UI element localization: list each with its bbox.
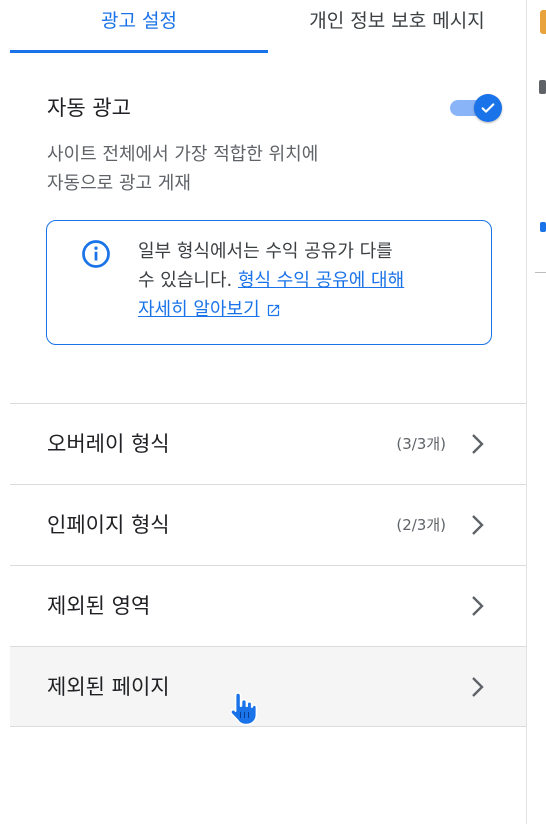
active-tab-indicator [10,50,268,53]
ad-settings-panel: 광고 설정 개인 정보 보호 메시지 자동 광고 사이트 전체에서 가장 적합한… [10,0,527,824]
info-text-line: 일부 형식에서는 수익 공유가 다를 [138,241,393,262]
toggle-thumb [474,94,502,122]
edge-decoration [539,80,546,94]
edge-decoration [540,222,546,232]
edge-decoration [540,10,546,34]
description-line: 사이트 전체에서 가장 적합한 위치에 [47,144,319,165]
list-item-count: (2/3개) [396,516,446,534]
auto-ads-title: 자동 광고 [47,96,131,120]
list-item-label: 제외된 영역 [47,594,151,618]
chevron-right-icon [472,596,484,616]
revenue-share-info-box: 일부 형식에서는 수익 공유가 다를 수 있습니다. 형식 수익 공유에 대해 … [46,220,492,345]
auto-ads-toggle[interactable] [450,94,504,122]
info-text-line: 수 있습니다. 형식 수익 공유에 대해 [138,266,468,295]
chevron-right-icon [472,434,484,454]
tab-privacy-messages-label: 개인 정보 보호 메시지 [309,10,485,32]
list-item-label: 인페이지 형식 [47,513,170,537]
learn-more-link[interactable]: 형식 수익 공유에 대해 [238,270,404,291]
open-in-new-icon[interactable] [266,303,281,318]
list-item-excluded-pages[interactable]: 제외된 페이지 [10,646,526,727]
info-text-prefix: 수 있습니다. [138,270,238,291]
list-item-excluded-areas[interactable]: 제외된 영역 [10,565,526,646]
hand-cursor-icon [230,692,258,726]
list-item-count: (3/3개) [396,435,446,453]
list-item-label: 오버레이 형식 [47,432,170,456]
tab-bar: 광고 설정 개인 정보 보호 메시지 [10,0,526,53]
list-item-in-page-formats[interactable]: 인페이지 형식 (2/3개) [10,484,526,565]
list-item-overlay-formats[interactable]: 오버레이 형식 (3/3개) [10,403,526,484]
info-text: 일부 형식에서는 수익 공유가 다를 수 있습니다. 형식 수익 공유에 대해 … [138,237,468,324]
check-icon [481,103,495,113]
chevron-right-icon [472,515,484,535]
info-icon [82,240,110,268]
auto-ads-description: 사이트 전체에서 가장 적합한 위치에 자동으로 광고 게재 [47,140,447,198]
learn-more-link-continued[interactable]: 자세히 알아보기 [138,299,260,320]
description-line: 자동으로 광고 게재 [47,173,191,194]
info-text-line: 자세히 알아보기 [138,295,468,324]
right-edge [527,0,546,824]
edge-divider [535,272,546,273]
chevron-right-icon [472,677,484,697]
format-settings-list: 오버레이 형식 (3/3개) 인페이지 형식 (2/3개) 제외된 영역 제외된… [10,403,526,727]
list-item-label: 제외된 페이지 [47,675,170,699]
tab-ad-settings-label: 광고 설정 [101,10,177,32]
tab-privacy-messages[interactable]: 개인 정보 보호 메시지 [268,0,526,52]
tab-ad-settings[interactable]: 광고 설정 [10,0,268,52]
